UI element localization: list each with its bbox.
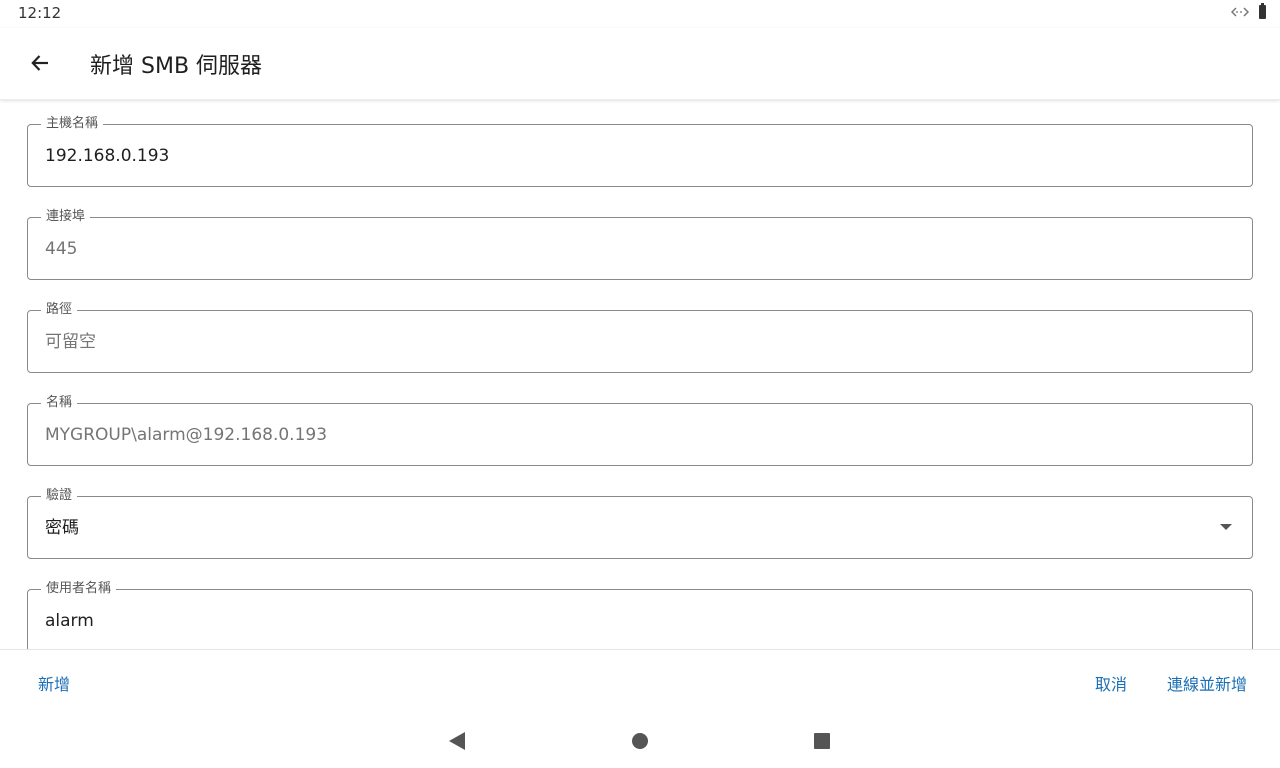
form-area[interactable]: 主機名稱 192.168.0.193 連接埠 445 路徑 可留空 名稱 MYG… [0,100,1280,649]
hostname-field[interactable]: 主機名稱 192.168.0.193 [27,115,1253,187]
username-input[interactable]: alarm [45,610,94,632]
connect-and-add-button[interactable]: 連線並新增 [1167,671,1247,695]
status-bar: 12:12 [0,0,1280,28]
name-input[interactable]: MYGROUP\alarm@192.168.0.193 [45,424,327,446]
app-bar: 新增 SMB 伺服器 [0,28,1280,100]
auth-label: 驗證 [41,487,78,505]
page-title: 新增 SMB 伺服器 [90,54,263,79]
port-label: 連接埠 [41,208,91,226]
nav-back-icon[interactable] [449,732,465,750]
auth-select[interactable]: 驗證 密碼 [27,487,1253,559]
status-icons [1231,3,1266,19]
add-button[interactable]: 新增 [38,671,70,695]
dropdown-arrow-icon[interactable] [1220,524,1232,530]
port-field[interactable]: 連接埠 445 [27,208,1253,280]
arrow-back-icon [31,55,48,71]
path-label: 路徑 [41,301,78,319]
battery-icon [1259,3,1266,19]
cancel-button[interactable]: 取消 [1095,671,1127,695]
port-input[interactable]: 445 [45,238,77,260]
auth-selected-value: 密碼 [45,518,79,538]
hostname-label: 主機名稱 [41,115,104,133]
nav-recents-icon[interactable] [814,733,830,749]
username-label: 使用者名稱 [41,580,117,598]
username-field[interactable]: 使用者名稱 alarm [27,580,1253,649]
link-icon [1231,7,1249,17]
navigation-bar [0,711,1280,768]
hostname-input[interactable]: 192.168.0.193 [45,145,169,167]
name-field[interactable]: 名稱 MYGROUP\alarm@192.168.0.193 [27,394,1253,466]
action-bar: 新增 取消 連線並新增 [0,649,1280,712]
nav-home-icon[interactable] [632,733,648,749]
back-button[interactable] [22,45,58,81]
name-label: 名稱 [41,394,78,412]
status-time: 12:12 [18,4,62,22]
path-input[interactable]: 可留空 [45,331,96,353]
path-field[interactable]: 路徑 可留空 [27,301,1253,373]
